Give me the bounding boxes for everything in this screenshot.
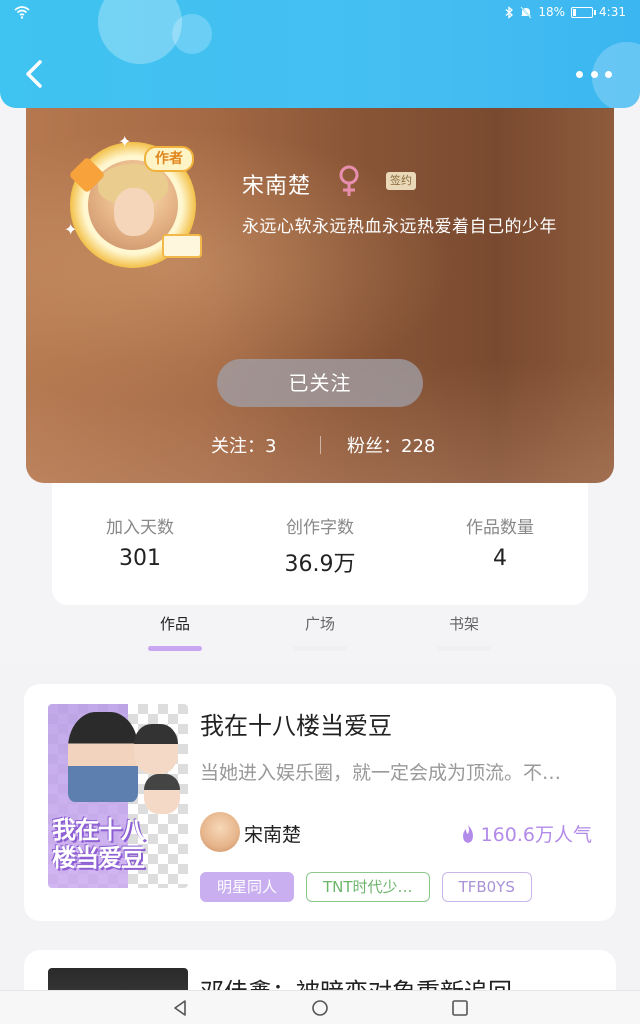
stat-label: 创作字数 <box>286 518 354 538</box>
status-bar: 18% 4:31 <box>0 0 640 26</box>
female-icon <box>339 165 359 196</box>
follow-stats: 关注：3 粉丝：228 <box>26 432 614 460</box>
tab-bookshelf[interactable]: 书架 <box>429 613 499 651</box>
book-cover[interactable]: 我在十八楼当爱豆 <box>48 704 188 888</box>
sign-badge: 签约 <box>386 172 416 190</box>
stat-value: 36.9万 <box>284 552 356 577</box>
stat-word-count: 创作字数 36.9万 <box>245 513 395 578</box>
sparkle-icon: ✦ <box>118 132 132 151</box>
battery-percent: 18% <box>538 5 566 19</box>
book-decoration <box>162 234 202 258</box>
stat-label: 作品数量 <box>466 518 534 538</box>
square-recent-icon[interactable] <box>449 997 471 1019</box>
cover-figure <box>134 724 178 774</box>
author-badge: 作者 <box>144 146 194 172</box>
cover-figure <box>68 712 138 802</box>
sparkle-icon: ✦ <box>64 220 78 239</box>
divider <box>320 436 321 454</box>
bluetooth-icon <box>505 5 514 19</box>
author-name[interactable]: 宋南楚 <box>244 820 301 847</box>
tag[interactable]: 明星同人 <box>200 872 295 902</box>
follow-button[interactable]: 已关注 <box>217 359 423 407</box>
avatar-face <box>114 188 154 236</box>
status-time: 4:31 <box>599 5 626 19</box>
user-name: 宋南楚 <box>242 174 312 199</box>
tab-works[interactable]: 作品 <box>140 613 210 651</box>
system-nav-bar <box>0 990 640 1024</box>
more-button[interactable] <box>576 62 612 86</box>
avatar[interactable]: ✦ ✦ 作者 <box>64 132 202 270</box>
tab-indicator <box>437 646 491 651</box>
profile-card: ✦ ✦ 作者 宋南楚 签约 永远心软永远热血永远热爱着自己的少年 已关注 关注：… <box>26 88 614 483</box>
user-bio: 永远心软永远热血永远热爱着自己的少年 <box>242 217 557 237</box>
stat-works-count: 作品数量 4 <box>425 513 575 571</box>
flame-icon <box>462 824 473 843</box>
wifi-icon <box>14 6 30 19</box>
profile-tabs: 作品 广场 书架 <box>0 605 640 657</box>
battery-fill <box>573 8 577 16</box>
fans-count[interactable]: 粉丝：228 <box>347 432 435 458</box>
cover-title: 我在十八楼当爱豆 <box>52 816 145 872</box>
stat-value: 301 <box>119 546 161 571</box>
triangle-back-icon[interactable] <box>170 997 192 1019</box>
back-button[interactable] <box>20 56 50 92</box>
stats-card: 加入天数 301 创作字数 36.9万 作品数量 4 <box>52 483 588 605</box>
battery-icon <box>571 6 597 18</box>
popularity-value: 160.6万人气 <box>480 824 592 846</box>
cover-figure <box>144 774 180 814</box>
tab-label: 广场 <box>304 615 335 633</box>
top-header: 18% 4:31 <box>0 0 640 108</box>
work-card[interactable]: 我在十八楼当爱豆 我在十八楼当爱豆 当她进入娱乐圈，就一定会成为顶流。不… 宋南… <box>24 684 616 921</box>
tab-label: 书架 <box>448 615 479 633</box>
tab-square[interactable]: 广场 <box>285 613 355 651</box>
stat-value: 4 <box>493 546 507 571</box>
stat-label: 加入天数 <box>106 518 174 538</box>
work-author-row: 宋南楚 160.6万人气 <box>200 812 592 852</box>
more-dot <box>605 70 612 78</box>
following-count[interactable]: 关注：3 <box>211 432 276 458</box>
tag[interactable]: TFB0YS <box>441 872 532 902</box>
work-description: 当她进入娱乐圈，就一定会成为顶流。不… <box>200 762 562 784</box>
popularity: 160.6万人气 <box>459 820 592 847</box>
tab-indicator <box>148 646 202 651</box>
work-tags: 明星同人 TNT时代少… TFB0YS <box>200 872 532 902</box>
work-title[interactable]: 我在十八楼当爱豆 <box>200 706 392 741</box>
more-dot <box>576 70 583 78</box>
tag[interactable]: TNT时代少… <box>306 872 430 902</box>
more-dot <box>590 70 598 78</box>
circle-home-icon[interactable] <box>309 997 331 1019</box>
tab-indicator <box>293 646 347 651</box>
stat-join-days: 加入天数 301 <box>65 513 215 571</box>
mute-icon <box>520 5 532 19</box>
tab-label: 作品 <box>159 615 190 633</box>
author-avatar[interactable] <box>200 812 240 852</box>
status-right: 18% 4:31 <box>505 5 626 19</box>
